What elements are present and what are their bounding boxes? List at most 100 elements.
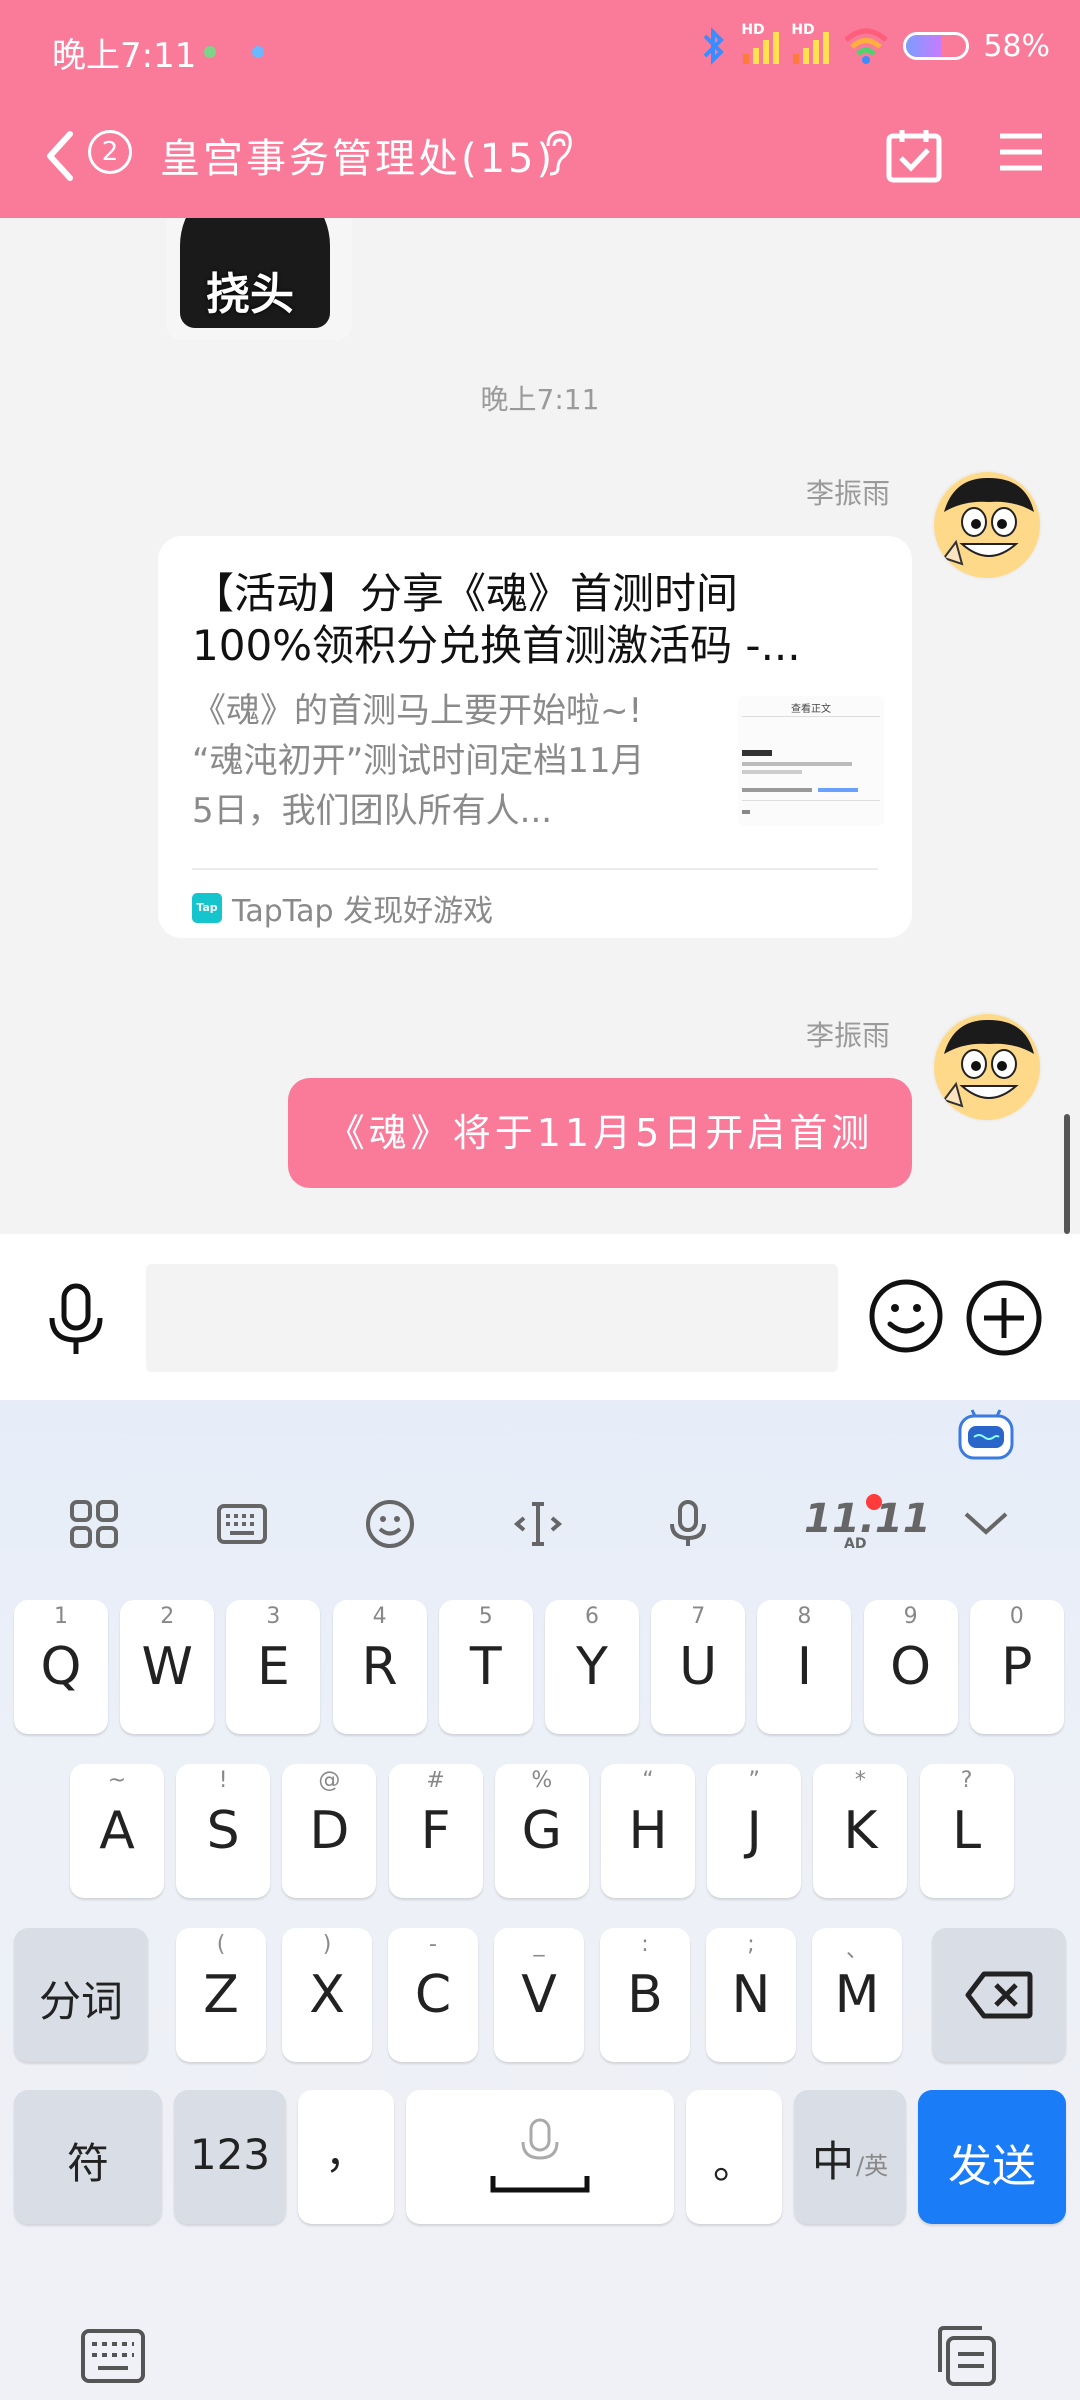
chat-message-list[interactable]: 挠头 晚上7:11 李振雨 【活动】分享《魂》首测时间 100%领积分兑换首测激… — [0, 218, 1080, 1234]
keyboard-bottom-bar — [0, 2300, 1080, 2400]
comma-key[interactable]: ， — [298, 2090, 394, 2224]
status-icons: HD HD 58% — [699, 22, 1050, 66]
key-label: E — [256, 1637, 290, 1697]
key-s[interactable]: ! S — [176, 1764, 271, 1898]
key-secondary-label: - — [429, 1932, 437, 1957]
key-secondary-label: # — [426, 1768, 445, 1793]
voice-input-icon[interactable] — [662, 1498, 714, 1550]
microphone-icon[interactable] — [40, 1282, 112, 1358]
key-label: Y — [576, 1637, 608, 1697]
key-label: V — [521, 1965, 557, 2025]
share-source-label: TapTap 发现好游戏 — [232, 894, 494, 929]
key-secondary-label: 8 — [797, 1604, 812, 1629]
key-label: Q — [40, 1637, 82, 1697]
key-secondary-label: 5 — [478, 1604, 493, 1629]
numbers-key[interactable]: 123 — [174, 2090, 286, 2224]
notification-dot-icon — [204, 46, 216, 58]
avatar[interactable] — [932, 1012, 1042, 1122]
share-card-source: Tap TapTap 发现好游戏 — [192, 886, 493, 930]
key-m[interactable]: 、 M — [812, 1928, 902, 2062]
menu-icon[interactable] — [998, 130, 1044, 174]
key-a[interactable]: ~ A — [70, 1764, 164, 1898]
key-secondary-label: ~ — [107, 1768, 127, 1793]
key-y[interactable]: 6Y — [545, 1600, 639, 1734]
key-f[interactable]: # F — [388, 1764, 483, 1898]
keyboard-assistant-icon[interactable] — [956, 1406, 1016, 1462]
grid-apps-icon[interactable] — [68, 1498, 120, 1550]
avatar[interactable] — [932, 470, 1042, 580]
key-u[interactable]: 7U — [651, 1600, 746, 1734]
signal-2-icon: HD — [791, 22, 830, 64]
key-g[interactable]: % G — [494, 1764, 589, 1898]
key-p[interactable]: 0P — [969, 1600, 1064, 1734]
key-label: R — [361, 1637, 398, 1697]
keyboard-layout-icon[interactable] — [216, 1498, 268, 1550]
symbols-key[interactable]: 符 — [14, 2090, 162, 2224]
sticker-message[interactable]: 挠头 — [166, 218, 352, 340]
shared-link-card[interactable]: 【活动】分享《魂》首测时间 100%领积分兑换首测激活码 -... 《魂》的首测… — [158, 536, 912, 938]
key-j[interactable]: ” J — [707, 1764, 802, 1898]
clipboard-icon[interactable] — [934, 2324, 998, 2388]
key-k[interactable]: * K — [813, 1764, 908, 1898]
unread-count-badge[interactable]: 2 — [88, 130, 132, 174]
key-label: P — [1001, 1637, 1033, 1697]
text-message-bubble[interactable]: 《魂》将于11月5日开启首测 — [288, 1078, 912, 1188]
key-c[interactable]: -C — [388, 1928, 478, 2062]
key-label: S — [206, 1801, 240, 1861]
key-q[interactable]: 1Q — [14, 1600, 108, 1734]
key-r[interactable]: 4R — [332, 1600, 427, 1734]
key-o[interactable]: 9O — [863, 1600, 958, 1734]
key-label: M — [834, 1965, 880, 2025]
message-input[interactable] — [146, 1264, 838, 1372]
bluetooth-icon — [703, 27, 725, 65]
key-label: F — [420, 1801, 451, 1861]
emoji-panel-icon[interactable] — [364, 1498, 416, 1550]
key-secondary-label: 0 — [1009, 1604, 1024, 1629]
collapse-keyboard-icon[interactable] — [960, 1498, 1012, 1550]
space-key[interactable] — [406, 2090, 674, 2224]
key-x[interactable]: ) X — [282, 1928, 372, 2062]
key-w[interactable]: 2W — [120, 1600, 215, 1734]
share-card-description: 《魂》的首测马上要开始啦~! “魂沌初开”测试时间定档11月 5日，我们团队所有… — [192, 691, 645, 831]
key-t[interactable]: 5T — [438, 1600, 533, 1734]
chat-header: 晚上7:11 HD HD 58% 2 皇宫事务管理处(15) — [0, 0, 1080, 218]
cursor-move-icon[interactable] — [512, 1498, 564, 1550]
soft-keyboard: 11.11 AD 1Q2W3E4R5T6Y7U8I9O0P ~ A! S @ D # F% G… — [0, 1400, 1080, 2400]
chat-scrollbar[interactable] — [1064, 1114, 1070, 1234]
key-z[interactable]: (Z — [176, 1928, 266, 2062]
key-label: Z — [203, 1965, 239, 2025]
send-key[interactable]: 发送 — [918, 2090, 1066, 2224]
emoji-icon[interactable] — [868, 1278, 944, 1354]
backspace-key[interactable] — [932, 1928, 1066, 2062]
key-d[interactable]: @ D — [282, 1764, 377, 1898]
space-voice-icon — [490, 2118, 590, 2193]
period-key[interactable]: 。 — [686, 2090, 782, 2224]
key-secondary-label: * — [854, 1768, 866, 1793]
key-l[interactable]: ? L — [919, 1764, 1014, 1898]
key-i[interactable]: 8I — [757, 1600, 852, 1734]
key-v[interactable]: _ V — [494, 1928, 584, 2062]
key-secondary-label: ? — [960, 1768, 973, 1793]
key-b[interactable]: :B — [600, 1928, 690, 2062]
key-label: W — [141, 1637, 193, 1697]
key-label: L — [952, 1801, 982, 1861]
notification-dot-icon — [252, 46, 264, 58]
earpiece-mode-icon[interactable] — [540, 128, 574, 178]
message-timestamp: 晚上7:11 — [480, 383, 600, 416]
language-switch-key[interactable]: 中 /英 — [794, 2090, 906, 2224]
key-secondary-label: ” — [748, 1768, 760, 1793]
signal-1-icon: HD — [741, 22, 780, 64]
key-e[interactable]: 3E — [226, 1600, 321, 1734]
key-n[interactable]: ; N — [706, 1928, 796, 2062]
calendar-check-icon[interactable] — [884, 126, 944, 186]
chat-title[interactable]: 皇宫事务管理处(15) — [160, 126, 555, 184]
key-label: U — [679, 1637, 718, 1697]
wifi-icon — [844, 28, 888, 64]
segment-key[interactable]: 分词 — [14, 1928, 148, 2062]
key-h[interactable]: “H — [601, 1764, 695, 1898]
plus-icon[interactable] — [964, 1278, 1044, 1358]
keyboard-switch-icon[interactable] — [80, 2328, 146, 2384]
back-arrow-icon[interactable] — [40, 126, 80, 186]
title-bar: 2 皇宫事务管理处(15) — [0, 104, 1080, 218]
key-label: H — [628, 1801, 668, 1861]
